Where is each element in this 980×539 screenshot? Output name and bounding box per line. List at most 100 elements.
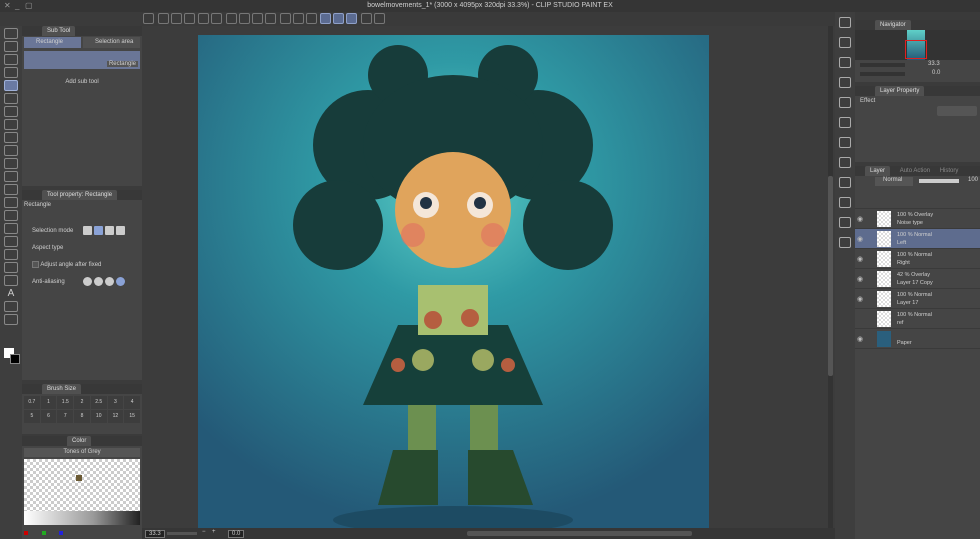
brush-size-option[interactable]: 1.5 [57, 396, 74, 409]
grid-snap-icon[interactable] [346, 13, 358, 24]
new-file-icon[interactable] [157, 13, 169, 24]
selection-mode-buttons[interactable] [82, 224, 126, 238]
opacity-slider[interactable] [919, 179, 959, 183]
color-swatch-grid[interactable] [24, 459, 140, 511]
move-tool-icon[interactable] [4, 67, 18, 78]
folder-4-icon[interactable] [839, 197, 851, 208]
view-frame[interactable] [905, 40, 927, 59]
brush-size-option[interactable]: 10 [90, 410, 107, 423]
brush-size-option[interactable]: 2.5 [90, 396, 107, 409]
deselect-icon[interactable] [226, 13, 238, 24]
sub-tool-item-rectangle[interactable]: Rectangle [24, 51, 140, 69]
layer-row[interactable]: ◉ 42 % Overlay Layer 17 Copy [855, 269, 980, 289]
tab-layer[interactable]: Layer [865, 166, 891, 176]
canvas-size-icon[interactable] [265, 13, 277, 24]
invert-icon[interactable] [292, 13, 304, 24]
selection-tool-icon[interactable] [4, 80, 18, 91]
vertical-scrollbar[interactable] [828, 26, 833, 528]
opacity-value[interactable]: 100 [968, 177, 978, 183]
rotate-slider[interactable] [860, 72, 905, 76]
brush-size-option[interactable]: 0.7 [24, 396, 40, 409]
tab-selection-area[interactable]: Selection area [83, 37, 140, 48]
balloon-icon[interactable] [4, 301, 18, 312]
brush-size-option[interactable]: 5 [24, 410, 40, 423]
redo-icon[interactable] [211, 13, 223, 24]
layer-row[interactable]: ◉ 100 % Normal Left [855, 229, 980, 249]
ruler-snap-icon[interactable] [320, 13, 332, 24]
correct-line-icon[interactable] [4, 314, 18, 325]
selected-swatch[interactable] [76, 475, 82, 481]
navigator-panel-icon[interactable] [839, 17, 851, 28]
layer-row[interactable]: ◉ 100 % Normal Layer 17 [855, 289, 980, 309]
brush-size-option[interactable]: 8 [74, 410, 90, 423]
fill-icon[interactable] [252, 13, 264, 24]
blend-mode-select[interactable]: Normal [875, 177, 913, 186]
brush-size-option[interactable]: 1 [40, 396, 57, 409]
zoom-tool-icon[interactable] [4, 28, 18, 39]
tab-history[interactable]: History [940, 168, 959, 174]
help-icon[interactable] [361, 13, 373, 24]
rotate-tool-icon[interactable] [4, 41, 18, 52]
sub-color-swatch[interactable] [10, 354, 20, 364]
airbrush-icon[interactable] [4, 145, 18, 156]
sub-tool-tab[interactable]: Sub Tool [42, 26, 76, 36]
fill-tool-icon[interactable] [4, 210, 18, 221]
layer-toolbar[interactable] [855, 187, 980, 209]
add-sub-tool-button[interactable]: Add sub tool [22, 79, 142, 85]
layer-search-icon[interactable] [839, 117, 851, 128]
save-icon[interactable] [183, 13, 195, 24]
search-layer-icon[interactable] [839, 97, 851, 108]
sub-view-icon[interactable] [839, 37, 851, 48]
scroll-thumb[interactable] [828, 176, 833, 376]
color-set-select[interactable]: Tones of Grey [24, 448, 140, 457]
brush-size-option[interactable]: 2 [74, 396, 90, 409]
color-tab[interactable]: Color [67, 436, 92, 446]
operation-tool-icon[interactable] [4, 54, 18, 65]
navigator-tab[interactable]: Navigator [875, 20, 911, 30]
effect-buttons[interactable] [937, 106, 977, 116]
folder-icon[interactable] [839, 137, 851, 148]
crop-icon[interactable] [239, 13, 251, 24]
zoom-slider[interactable] [860, 63, 905, 67]
tab-rectangle[interactable]: Rectangle [24, 37, 81, 48]
layer-row[interactable]: 100 % Normal ref [855, 309, 980, 329]
zoom-slider[interactable] [167, 532, 197, 535]
visibility-eye-icon[interactable]: ◉ [857, 295, 863, 303]
ruler-icon[interactable] [4, 262, 18, 273]
layer-row[interactable]: ◉ Paper [855, 329, 980, 349]
visibility-eye-icon[interactable]: ◉ [857, 255, 863, 263]
eyedropper-icon[interactable] [4, 93, 18, 104]
horizontal-scrollbar[interactable] [467, 531, 692, 536]
artwork-canvas[interactable] [198, 35, 709, 528]
brush-size-option[interactable]: 6 [40, 410, 57, 423]
undo-icon[interactable] [198, 13, 210, 24]
auto-select-icon[interactable] [4, 236, 18, 247]
layer-row[interactable]: ◉ 100 % Overlay Noise type [855, 209, 980, 229]
frame-icon[interactable] [4, 197, 18, 208]
transform-icon[interactable] [279, 13, 291, 24]
blend-icon[interactable] [4, 184, 18, 195]
visibility-eye-icon[interactable]: ◉ [857, 335, 863, 343]
folder-6-icon[interactable] [839, 237, 851, 248]
folder-3-icon[interactable] [839, 177, 851, 188]
pencil-icon[interactable] [4, 119, 18, 130]
gradient-icon[interactable] [4, 223, 18, 234]
anti-aliasing-buttons[interactable] [82, 275, 126, 289]
material-2-icon[interactable] [839, 77, 851, 88]
zoom-in-button[interactable]: + [212, 529, 216, 535]
zoom-field[interactable]: 33.3 [145, 530, 165, 538]
tab-auto-action[interactable]: Auto Action [900, 168, 930, 174]
decoration-icon[interactable] [4, 158, 18, 169]
companion-icon[interactable] [374, 13, 386, 24]
layer-row[interactable]: ◉ 100 % Normal Right [855, 249, 980, 269]
eraser-icon[interactable] [4, 171, 18, 182]
navigator-preview[interactable] [855, 30, 980, 60]
brush-size-option[interactable]: 12 [107, 410, 124, 423]
tool-property-tab[interactable]: Tool property: Rectangle [42, 190, 118, 200]
brush-size-tab[interactable]: Brush Size [42, 384, 82, 394]
visibility-eye-icon[interactable]: ◉ [857, 235, 863, 243]
visibility-eye-icon[interactable]: ◉ [857, 275, 863, 283]
shape-icon[interactable] [4, 275, 18, 286]
material-icon[interactable] [839, 57, 851, 68]
visibility-eye-icon[interactable]: ◉ [857, 215, 863, 223]
